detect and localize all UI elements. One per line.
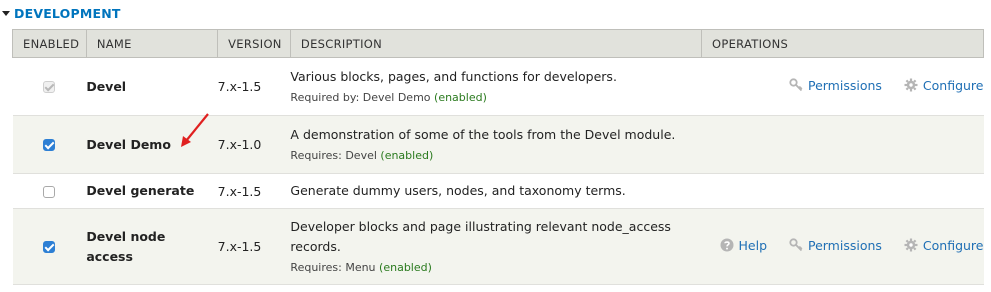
annotation-arrow-icon — [181, 113, 209, 147]
table-row-devel-node-access: Devel node access 7.x-1.5 Developer bloc… — [12, 208, 984, 285]
description-text: Generate dummy users, nodes, and taxonom… — [290, 183, 626, 198]
enabled-status: (enabled) — [434, 90, 487, 104]
enabled-cell — [12, 115, 87, 174]
modules-table: ENABLED NAME VERSION DESCRIPTION OPERATI… — [12, 29, 984, 285]
enable-checkbox-devel — [43, 81, 56, 93]
description-text-line2: records. — [290, 238, 341, 254]
table-row-devel-generate: Devel generate 7.x-1.5 Generate dummy us… — [12, 173, 984, 209]
module-name: Devel node access — [86, 208, 218, 285]
permissions-link-devel[interactable]: Permissions — [789, 78, 882, 93]
table-header-row: ENABLED NAME VERSION DESCRIPTION OPERATI… — [12, 29, 984, 58]
gear-icon — [904, 238, 918, 252]
help-label: Help — [738, 237, 768, 253]
help-link-devel-node-access[interactable]: Help — [720, 237, 768, 253]
table-row-devel: Devel 7.x-1.5 Various blocks, pages, and… — [12, 57, 984, 116]
fieldset-title: DEVELOPMENT — [14, 5, 121, 21]
requires-label: Requires: Menu — [290, 260, 376, 274]
enable-checkbox-devel-node-access[interactable] — [43, 241, 56, 253]
key-icon — [789, 238, 803, 252]
module-version: 7.x-1.0 — [217, 115, 291, 174]
column-header-enabled: ENABLED — [12, 29, 87, 58]
permissions-label: Permissions — [807, 237, 882, 253]
key-icon — [789, 78, 803, 92]
operations-cell: Permissions Configure — [701, 57, 984, 116]
module-version: 7.x-1.5 — [217, 57, 291, 116]
dependency-info: Requires: Devel (enabled) — [290, 147, 701, 165]
configure-link-devel[interactable]: Configure — [904, 78, 984, 93]
configure-label: Configure — [922, 237, 984, 253]
module-name-line2: access — [86, 248, 133, 264]
table-row-devel-demo: Devel Demo 7.x-1.0 A demonstration of so… — [12, 115, 984, 174]
description-text-line1: Developer blocks and page illustrating r… — [290, 218, 671, 234]
dependency-info: Required by: Devel Demo (enabled) — [290, 89, 701, 107]
operations-cell — [701, 173, 984, 209]
enabled-cell — [12, 173, 87, 209]
description-text: Various blocks, pages, and functions for… — [290, 68, 617, 84]
module-description: Generate dummy users, nodes, and taxonom… — [290, 173, 702, 209]
dependency-info: Requires: Menu (enabled) — [290, 259, 701, 277]
column-header-operations: OPERATIONS — [701, 29, 984, 58]
column-header-name: NAME — [85, 29, 218, 58]
gear-icon — [904, 78, 918, 92]
module-version: 7.x-1.5 — [217, 173, 291, 209]
help-icon — [720, 238, 733, 252]
module-name: Devel generate — [86, 173, 218, 209]
required-by-label: Required by: Devel Demo — [290, 90, 431, 104]
configure-label: Configure — [922, 77, 984, 93]
operations-cell: Help Permissions Configure — [701, 208, 984, 285]
description-text: A demonstration of some of the tools fro… — [290, 126, 676, 142]
column-header-description: DESCRIPTION — [289, 29, 702, 58]
permissions-label: Permissions — [807, 77, 882, 93]
enable-checkbox-devel-demo[interactable] — [43, 139, 56, 151]
enable-checkbox-devel-generate[interactable] — [43, 185, 56, 198]
configure-link-devel-node-access[interactable]: Configure — [904, 238, 984, 253]
permissions-link-devel-node-access[interactable]: Permissions — [789, 238, 882, 253]
collapse-triangle-icon — [2, 11, 10, 16]
enabled-cell — [12, 208, 87, 285]
module-description: A demonstration of some of the tools fro… — [290, 115, 702, 174]
module-version: 7.x-1.5 — [217, 208, 291, 285]
module-name-line1: Devel node — [86, 228, 166, 244]
requires-label: Requires: Devel — [290, 148, 377, 162]
module-name: Devel — [86, 57, 218, 116]
module-description: Various blocks, pages, and functions for… — [290, 57, 702, 116]
enabled-cell — [12, 57, 87, 116]
enabled-status: (enabled) — [380, 148, 434, 162]
operations-cell — [701, 115, 984, 174]
enabled-status: (enabled) — [379, 260, 432, 274]
module-description: Developer blocks and page illustrating r… — [290, 208, 702, 285]
column-header-version: VERSION — [217, 29, 291, 58]
fieldset-toggle-development[interactable]: DEVELOPMENT — [2, 4, 121, 22]
